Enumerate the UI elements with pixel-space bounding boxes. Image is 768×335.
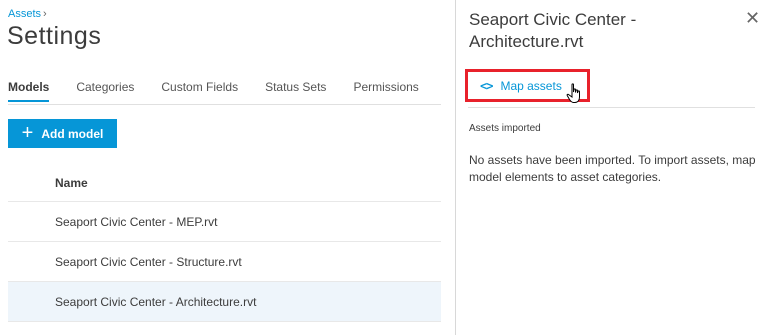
page-title: Settings bbox=[7, 22, 102, 50]
breadcrumb[interactable]: Assets › bbox=[8, 8, 47, 20]
tab-models[interactable]: Models bbox=[8, 80, 50, 102]
map-assets-label: Map assets bbox=[500, 78, 562, 93]
add-model-label: Add model bbox=[41, 126, 104, 141]
model-name: Seaport Civic Center - MEP.rvt bbox=[55, 214, 218, 229]
section-label: Assets imported bbox=[469, 123, 541, 134]
tab-bar: Models Categories Custom Fields Status S… bbox=[8, 80, 446, 105]
code-icon: <> bbox=[480, 78, 493, 93]
tab-status-sets[interactable]: Status Sets bbox=[265, 80, 326, 102]
table-row-selected[interactable]: Seaport Civic Center - Architecture.rvt bbox=[8, 282, 441, 322]
model-name: Seaport Civic Center - Architecture.rvt bbox=[55, 294, 257, 309]
details-panel: Seaport Civic Center - Architecture.rvt … bbox=[455, 0, 768, 335]
breadcrumb-assets[interactable]: Assets bbox=[8, 8, 41, 20]
tab-categories[interactable]: Categories bbox=[76, 80, 134, 102]
model-name: Seaport Civic Center - Structure.rvt bbox=[55, 254, 242, 269]
chevron-right-icon: › bbox=[43, 8, 47, 20]
add-model-button[interactable]: + Add model bbox=[8, 119, 117, 148]
panel-title: Seaport Civic Center - Architecture.rvt bbox=[469, 10, 637, 51]
close-icon[interactable]: ✕ bbox=[745, 9, 760, 27]
plus-icon: + bbox=[21, 121, 34, 144]
main-pane: Assets › Settings Models Categories Cust… bbox=[0, 0, 455, 335]
tab-permissions[interactable]: Permissions bbox=[353, 80, 418, 102]
tab-custom-fields[interactable]: Custom Fields bbox=[161, 80, 238, 102]
table-row[interactable]: Seaport Civic Center - Structure.rvt bbox=[8, 242, 441, 282]
tabs-divider bbox=[8, 104, 441, 105]
map-assets-button[interactable]: <> Map assets bbox=[465, 69, 590, 102]
panel-divider bbox=[468, 107, 755, 108]
column-header-name[interactable]: Name bbox=[55, 176, 88, 190]
empty-state-message: No assets have been imported. To import … bbox=[469, 153, 756, 184]
table-row[interactable]: Seaport Civic Center - MEP.rvt bbox=[8, 202, 441, 242]
